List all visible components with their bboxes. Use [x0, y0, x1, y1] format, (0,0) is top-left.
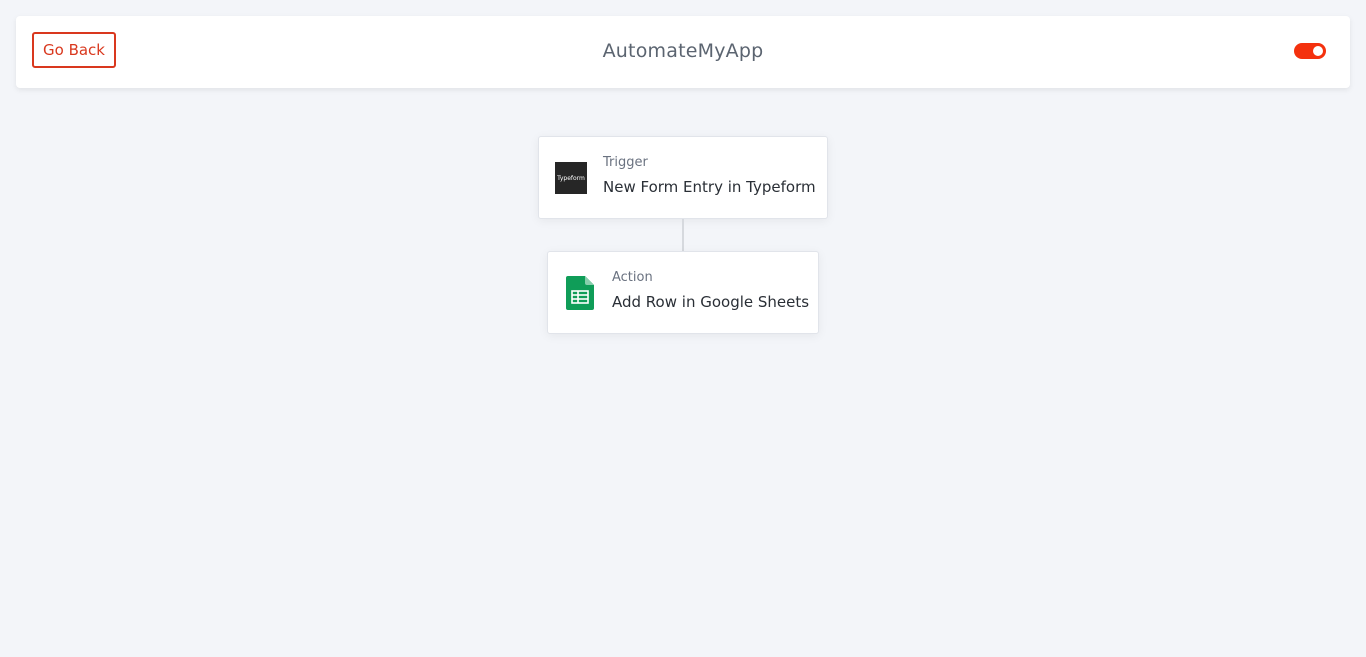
- action-step-name: Add Row in Google Sheets: [612, 293, 810, 311]
- action-step-card[interactable]: Action Add Row in Google Sheets: [547, 251, 819, 334]
- app-header: Go Back AutomateMyApp: [16, 16, 1350, 88]
- app-title: AutomateMyApp: [602, 40, 764, 62]
- toggle-knob: [1313, 46, 1323, 56]
- typeform-icon: Typeform: [555, 162, 587, 194]
- trigger-step-card[interactable]: Typeform Trigger New Form Entry in Typef…: [538, 136, 828, 219]
- trigger-step-name: New Form Entry in Typeform: [603, 178, 816, 196]
- step-connector: [682, 219, 684, 251]
- google-sheets-icon: [566, 276, 594, 310]
- workflow-enabled-toggle[interactable]: [1294, 43, 1326, 59]
- trigger-step-text: Trigger New Form Entry in Typeform: [603, 155, 816, 196]
- trigger-step-kind: Trigger: [603, 155, 648, 170]
- action-step-kind: Action: [612, 270, 653, 285]
- action-step-text: Action Add Row in Google Sheets: [612, 270, 809, 311]
